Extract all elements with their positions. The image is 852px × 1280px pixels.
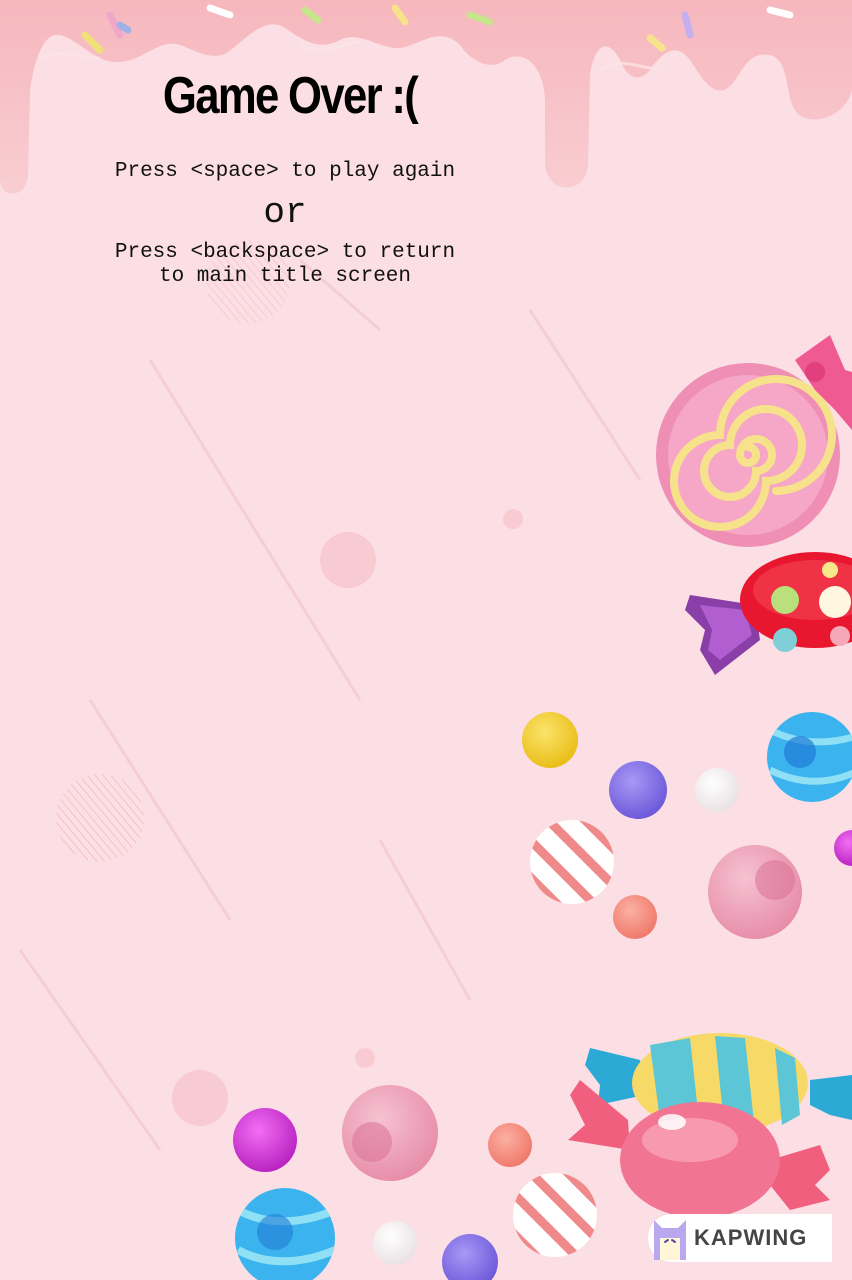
watermark-text: KAPWING [694, 1225, 808, 1250]
game-screen: Game Over :( Press <space> to play again… [0, 0, 852, 1280]
lollipop [656, 335, 852, 547]
kapwing-cat-icon [654, 1220, 686, 1260]
hatched-circle-decoration [56, 774, 144, 862]
or-separator: or [263, 192, 307, 233]
return-instruction-line1: Press <backspace> to return [114, 241, 456, 264]
magenta-candy-ball [233, 1108, 297, 1172]
play-again-instruction: Press <space> to play again [114, 160, 456, 183]
return-instruction-line2: to main title screen [158, 265, 412, 288]
blue-striped-candy-ball [767, 712, 852, 802]
kapwing-watermark: KAPWING [648, 1214, 832, 1262]
wrapped-candy-red [685, 552, 852, 675]
yellow-candy-ball [522, 712, 578, 768]
background-streaks [18, 258, 642, 1151]
game-over-title: Game Over :( [162, 67, 419, 125]
